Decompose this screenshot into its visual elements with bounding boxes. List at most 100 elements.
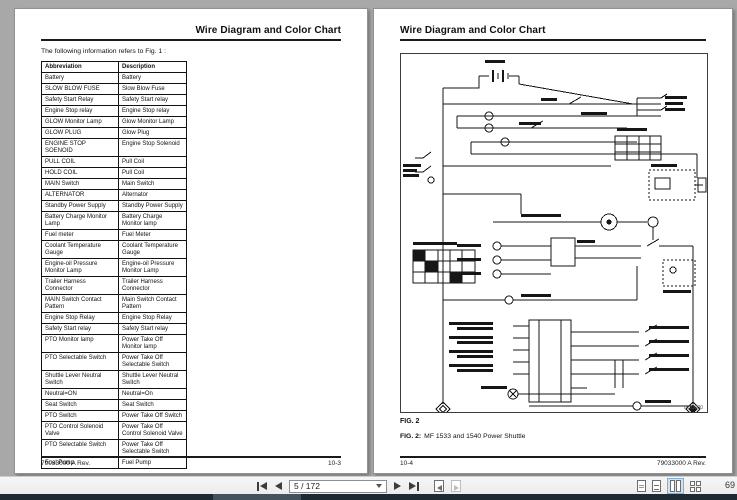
intro-text: The following information refers to Fig.… — [41, 48, 341, 55]
abbreviation-cell: Standby Power Supply — [42, 201, 119, 212]
figure-label: FIG. 2 — [400, 418, 706, 425]
table-row: Safety Start relaySafety Start relay — [42, 324, 187, 335]
table-row: MAIN SwitchMain Switch — [42, 179, 187, 190]
table-row: PTO Control Solenoid ValvePower Take Off… — [42, 422, 187, 440]
abbreviation-cell: Battery Charge Monitor Lamp — [42, 212, 119, 230]
previous-page-button[interactable] — [274, 481, 283, 491]
description-cell: Engine Stop Solenoid — [119, 139, 187, 157]
next-view-button[interactable] — [451, 480, 461, 492]
description-cell: Engine Stop Relay — [119, 313, 187, 324]
table-row: Engine-oil Pressure Monitor LampEngine-o… — [42, 259, 187, 277]
abbreviation-cell: Neutral=ON — [42, 389, 119, 400]
description-cell: Glow Plug — [119, 128, 187, 139]
facing-view-button[interactable] — [667, 478, 684, 494]
zoom-level-text: 69 — [725, 480, 735, 490]
table-row: Neutral=ONNeutral=On — [42, 389, 187, 400]
title-rule — [400, 39, 706, 41]
single-page-view-button[interactable] — [637, 480, 646, 492]
page-title: Wire Diagram and Color Chart — [15, 9, 367, 36]
diagram-label-smudges — [403, 60, 691, 403]
abbreviation-cell: Coolant Temperature Gauge — [42, 241, 119, 259]
abbreviation-cell: PTO Selectable Switch — [42, 353, 119, 371]
page-navigation: 5 / 172 — [256, 477, 461, 495]
previous-view-button[interactable] — [434, 480, 444, 492]
abbreviation-cell: Fuel meter — [42, 230, 119, 241]
figure-caption: FIG. 2:MF 1533 and 1540 Power Shuttle — [400, 433, 706, 440]
table-row: Battery Charge Monitor LampBattery Charg… — [42, 212, 187, 230]
footer-doc-number: 79033000 A Rev. — [41, 460, 90, 467]
table-row: Safety Start RelaySafety Start relay — [42, 95, 187, 106]
abbreviation-cell: PTO Control Solenoid Valve — [42, 422, 119, 440]
continuous-facing-view-button[interactable] — [690, 481, 701, 492]
page-title: Wire Diagram and Color Chart — [374, 9, 732, 36]
footer-rule — [41, 456, 341, 458]
last-page-button[interactable] — [408, 481, 420, 492]
table-row: GLOW Monitor LampGlow Monitor Lamp — [42, 117, 187, 128]
table-row: PTO Selectable SwitchPower Take Off Sele… — [42, 353, 187, 371]
page-number-value: 5 / 172 — [294, 481, 373, 491]
table-row: SLOW BLOW FUSESlow Blow Fuse — [42, 84, 187, 95]
description-cell: Safety Start relay — [119, 324, 187, 335]
chevron-down-icon — [376, 484, 382, 488]
next-page-button[interactable] — [393, 481, 402, 491]
table-row: Fuel meterFuel Meter — [42, 230, 187, 241]
table-header-row: Abbreviation Description — [42, 62, 187, 73]
abbreviation-cell: HOLD COIL — [42, 168, 119, 179]
pdf-viewer: Wire Diagram and Color Chart The followi… — [0, 0, 737, 500]
footer-page-number: 10-3 — [328, 460, 341, 467]
abbreviation-cell: ENGINE STOP SOENOID — [42, 139, 119, 157]
description-cell: Power Take Off Monitor lamp — [119, 335, 187, 353]
description-cell: Engine Stop relay — [119, 106, 187, 117]
description-cell: Main Switch — [119, 179, 187, 190]
continuous-facing-view-icon — [690, 481, 695, 492]
table-row: PTO Monitor lampPower Take Off Monitor l… — [42, 335, 187, 353]
abbreviation-cell: Safety Start Relay — [42, 95, 119, 106]
abbreviation-cell: PTO Switch — [42, 411, 119, 422]
abbreviation-cell: Battery — [42, 73, 119, 84]
abbreviation-cell: MAIN Switch Contact Pattern — [42, 295, 119, 313]
first-page-icon — [257, 482, 259, 491]
abbreviation-cell: MAIN Switch — [42, 179, 119, 190]
page-footer: 79033000 A Rev. 10-3 — [41, 456, 341, 467]
abbreviation-cell: Seat Switch — [42, 400, 119, 411]
previous-page-icon — [275, 482, 282, 490]
table-row: Seat SwitchSeat Switch — [42, 400, 187, 411]
description-cell: Neutral=On — [119, 389, 187, 400]
page-layout-buttons — [637, 478, 701, 494]
window-bottom-bar — [0, 494, 737, 500]
description-cell: Power Take Off Switch — [119, 411, 187, 422]
horizontal-scrollbar-thumb[interactable] — [213, 494, 301, 500]
table-row: ALTERNATORAlternator — [42, 190, 187, 201]
table-row: PTO Selectable SwitchPower Take Off Sele… — [42, 440, 187, 458]
first-page-button[interactable] — [256, 481, 268, 492]
description-cell: Glow Monitor Lamp — [119, 117, 187, 128]
table-row: GLOW PLUGGlow Plug — [42, 128, 187, 139]
abbreviation-cell: Safety Start relay — [42, 324, 119, 335]
table-row: Standby Power SupplyStandby Power Supply — [42, 201, 187, 212]
figure-caption-text: MF 1533 and 1540 Power Shuttle — [424, 433, 525, 440]
abbreviation-cell: Engine Stop relay — [42, 106, 119, 117]
abbreviation-cell: PULL COIL — [42, 157, 119, 168]
last-page-icon — [409, 482, 416, 490]
abbreviation-cell: GLOW PLUG — [42, 128, 119, 139]
table-row: PULL COILPull Coil — [42, 157, 187, 168]
description-cell: Slow Blow Fuse — [119, 84, 187, 95]
table-row: BatteryBattery — [42, 73, 187, 84]
continuous-view-icon — [654, 482, 659, 486]
table-row: Engine Stop relayEngine Stop relay — [42, 106, 187, 117]
column-header-description: Description — [119, 62, 187, 73]
description-cell: Fuel Meter — [119, 230, 187, 241]
abbreviation-cell: ALTERNATOR — [42, 190, 119, 201]
wiring-diagram-figure: dc33000 — [400, 53, 708, 413]
footer-page-number: 10-4 — [400, 460, 413, 467]
description-cell: Power Take Off Selectable Switch — [119, 353, 187, 371]
abbreviation-cell: Engine-oil Pressure Monitor Lamp — [42, 259, 119, 277]
table-row: Engine Stop RelayEngine Stop Relay — [42, 313, 187, 324]
description-cell: Seat Switch — [119, 400, 187, 411]
page-number-input[interactable]: 5 / 172 — [289, 480, 387, 493]
continuous-view-button[interactable] — [652, 480, 661, 492]
description-cell: Alternator — [119, 190, 187, 201]
table-row: HOLD COILPull Coil — [42, 168, 187, 179]
description-cell: Shuttle Lever Neutral Switch — [119, 371, 187, 389]
abbreviation-cell: Shuttle Lever Neutral Switch — [42, 371, 119, 389]
